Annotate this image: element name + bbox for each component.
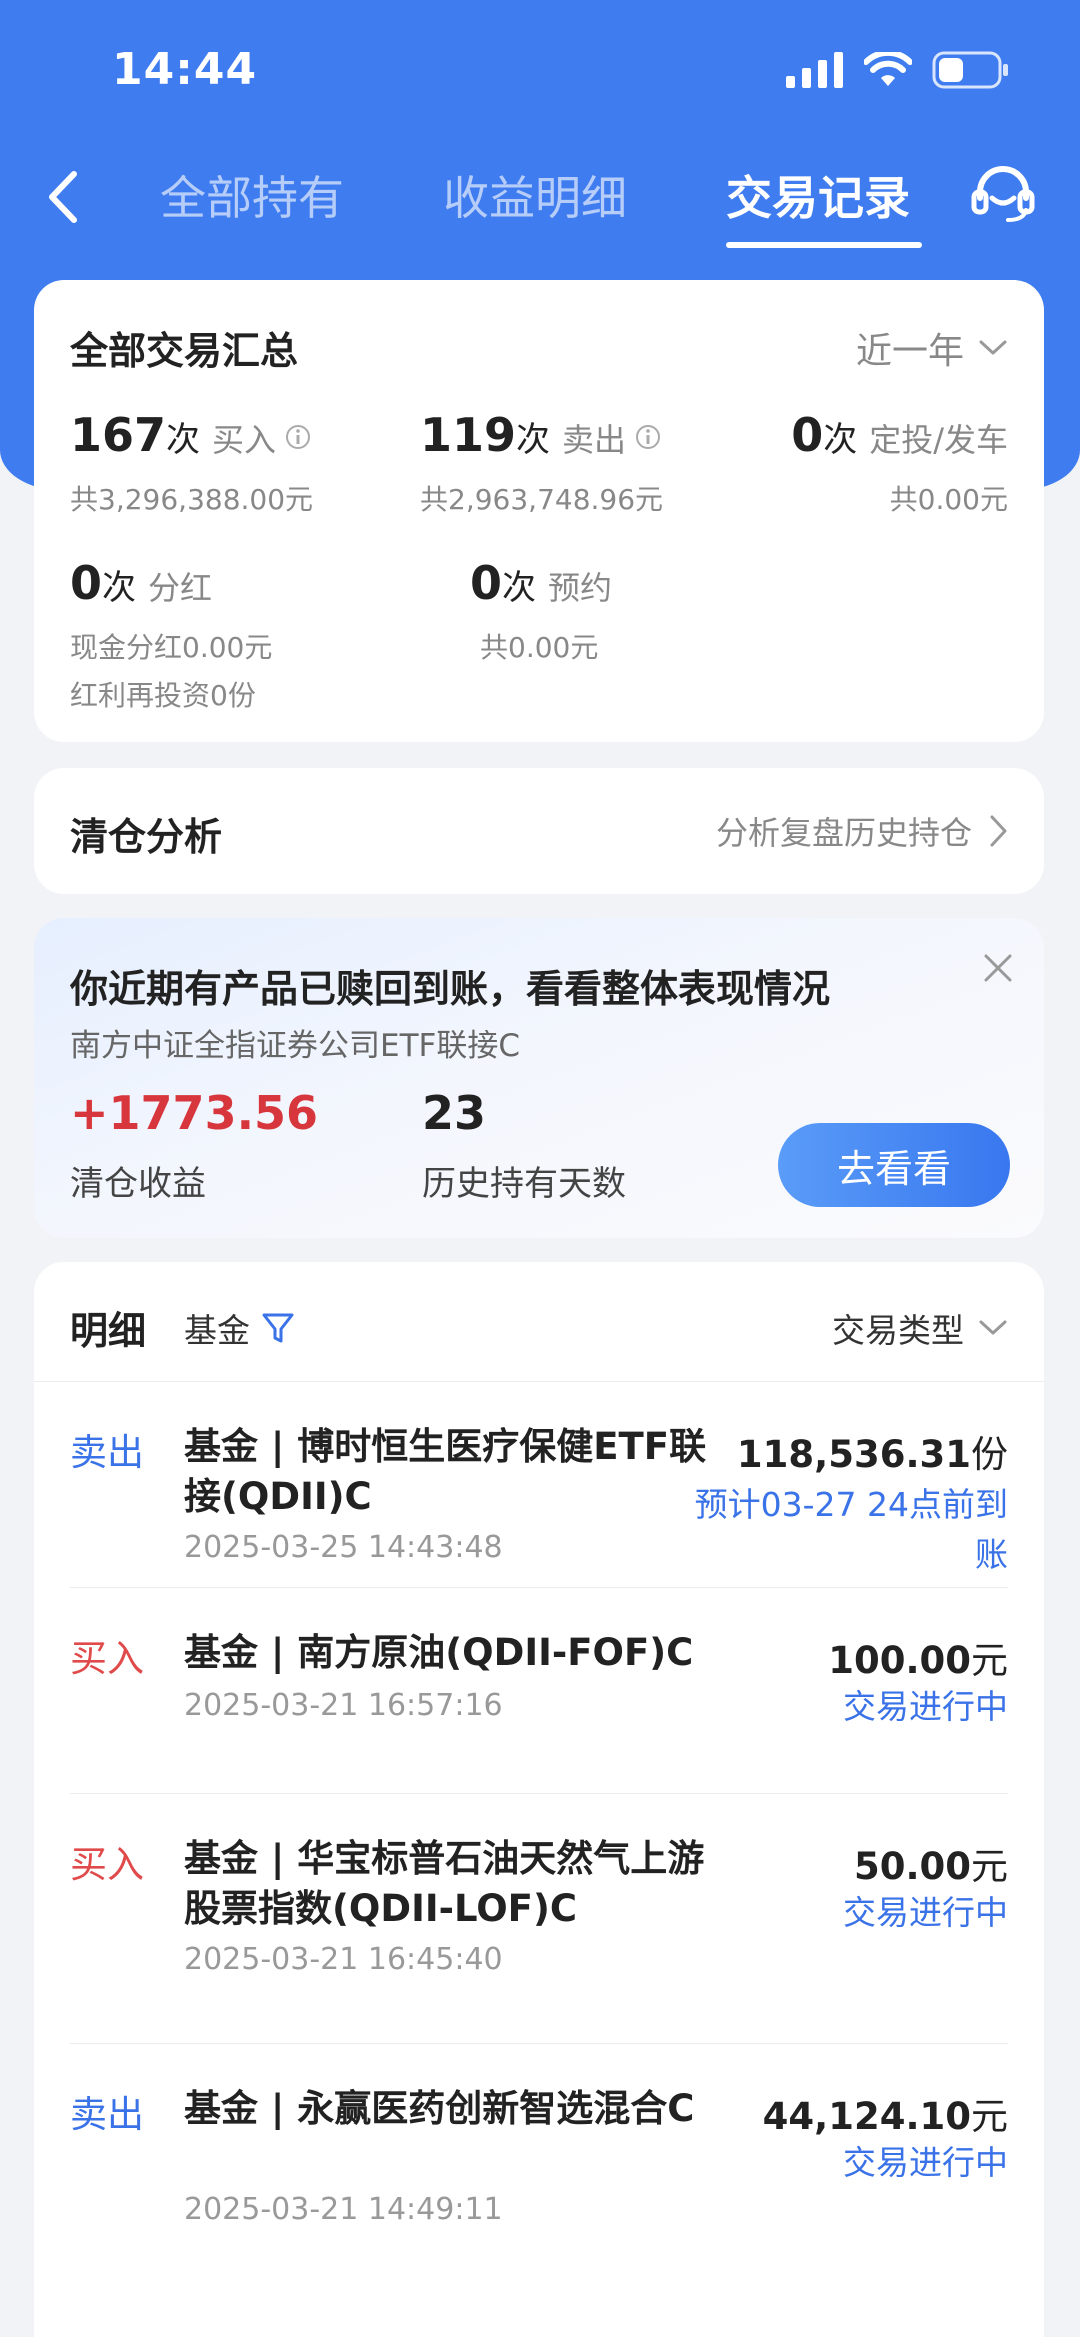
detail-header: 明细 基金 交易类型 (34, 1262, 1044, 1382)
buy-stat[interactable]: 167 次 买入 共3,296,388.00元 (70, 408, 313, 518)
summary-title: 全部交易汇总 (70, 329, 299, 373)
go-view-button[interactable]: 去看看 (778, 1123, 1010, 1207)
status-bar: 14:44 (0, 0, 1080, 140)
transaction-amount: 44,124.10元 (762, 2095, 1008, 2138)
clearance-title: 清仓分析 (70, 815, 223, 859)
fund-name: 基金 | 博时恒生医疗保健ETF联接(QDII)C (184, 1425, 707, 1518)
holding-days-label: 历史持有天数 (422, 1164, 626, 1204)
buy-count-unit: 次 (166, 420, 201, 460)
filter-icon (262, 1313, 294, 1343)
transaction-type: 买入 (70, 1843, 144, 1886)
reserve-total: 共0.00元 (480, 631, 599, 664)
sell-count: 119 (420, 408, 517, 462)
table-row[interactable]: 买入 基金 | 南方原油(QDII-FOF)C 2025-03-21 16:57… (70, 1588, 1008, 1794)
detail-title: 明细 (70, 1309, 147, 1353)
transaction-amount: 100.00元 (828, 1639, 1008, 1682)
table-row[interactable]: 买入 基金 | 华宝标普石油天然气上游股票指数(QDII-LOF)C 2025-… (70, 1794, 1008, 2044)
top-nav: 全部持有 收益明细 交易记录 (0, 150, 1080, 260)
dividend-count: 0 (70, 556, 103, 610)
transaction-date: 2025-03-25 14:43:48 (184, 1530, 503, 1565)
plan-count-unit: 次 (823, 420, 858, 460)
fund-filter[interactable]: 基金 (184, 1304, 296, 1352)
transaction-status: 预计03-27 24点前到账 (694, 1485, 1008, 1574)
clearance-profit-value: +1773.56 (70, 1086, 319, 1140)
transaction-date: 2025-03-21 16:57:16 (184, 1688, 503, 1723)
fund-filter-label: 基金 (184, 1311, 250, 1350)
transaction-type-label: 交易类型 (832, 1311, 964, 1350)
table-row[interactable]: 卖出 基金 | 博时恒生医疗保健ETF联接(QDII)C 2025-03-25 … (70, 1382, 1008, 1588)
fund-name: 基金 | 华宝标普石油天然气上游股票指数(QDII-LOF)C (184, 1837, 705, 1930)
sell-total: 共2,963,748.96元 (420, 483, 664, 516)
wifi-icon (864, 52, 912, 86)
customer-service-icon[interactable] (968, 160, 1038, 230)
close-icon[interactable] (978, 948, 1018, 988)
transaction-type: 卖出 (70, 1431, 144, 1474)
back-icon[interactable] (40, 162, 90, 232)
fund-name: 基金 | 永赢医药创新智选混合C (184, 2087, 695, 2130)
buy-count: 167 (70, 408, 167, 462)
transaction-detail-card: 明细 基金 交易类型 卖出 基金 | 博时恒生医疗保健ETF联接(QDII)C … (34, 1262, 1044, 2337)
transaction-amount: 118,536.31份 (736, 1433, 1008, 1476)
reserve-count-unit: 次 (502, 568, 537, 608)
clearance-profit-label: 清仓收益 (70, 1164, 206, 1204)
battery-icon (932, 51, 1008, 89)
transaction-date: 2025-03-21 16:45:40 (184, 1942, 503, 1977)
plan-count: 0 (791, 408, 824, 462)
sell-stat[interactable]: 119 次 卖出 共2,963,748.96元 (420, 408, 663, 518)
promo-fund-name: 南方中证全指证券公司ETF联接C (70, 1028, 520, 1064)
dividend-stat[interactable]: 0 次 分红 现金分红0.00元 红利再投资0份 (70, 556, 272, 714)
promo-title: 你近期有产品已赎回到账，看看整体表现情况 (70, 967, 831, 1011)
reserve-stat[interactable]: 0 次 预约 共0.00元 (470, 556, 612, 666)
chevron-right-icon (990, 815, 1007, 847)
tab-transaction-records[interactable]: 交易记录 (726, 162, 910, 228)
period-label: 近一年 (855, 331, 964, 372)
transaction-date: 2025-03-21 14:49:11 (184, 2192, 503, 2227)
buy-label: 买入 (212, 421, 277, 459)
transaction-summary-card: 全部交易汇总 近一年 167 次 买入 共3,296,388.00元 119 次… (34, 280, 1044, 742)
sell-label: 卖出 (562, 421, 627, 459)
info-icon[interactable] (284, 423, 312, 451)
dividend-label: 分红 (148, 569, 213, 607)
info-icon[interactable] (634, 423, 662, 451)
transaction-amount: 50.00元 (853, 1845, 1008, 1888)
chevron-down-icon (979, 340, 1007, 355)
table-row[interactable]: 卖出 基金 | 永赢医药创新智选混合C 2025-03-21 14:49:11 … (70, 2044, 1008, 2294)
reserve-label: 预约 (548, 569, 613, 607)
chevron-down-icon (979, 1320, 1007, 1335)
transaction-type: 买入 (70, 1637, 144, 1680)
clearance-analysis-card[interactable]: 清仓分析 分析复盘历史持仓 (34, 768, 1044, 894)
transaction-status: 交易进行中 (843, 1687, 1008, 1726)
sell-count-unit: 次 (516, 420, 551, 460)
signal-icon (786, 52, 843, 88)
cash-dividend: 现金分红0.00元 (70, 631, 273, 664)
active-tab-indicator (726, 242, 922, 248)
transaction-type-select[interactable]: 交易类型 (832, 1304, 1008, 1352)
dividend-reinvest: 红利再投资0份 (70, 679, 256, 712)
holding-days-value: 23 (422, 1086, 487, 1140)
transaction-status: 交易进行中 (843, 1893, 1008, 1932)
plan-label: 定投/发车 (869, 421, 1008, 459)
plan-total: 共0.00元 (889, 483, 1008, 516)
period-selector[interactable]: 近一年 (856, 322, 1008, 374)
redemption-promo-card[interactable]: 你近期有产品已赎回到账，看看整体表现情况 南方中证全指证券公司ETF联接C +1… (34, 918, 1044, 1238)
transaction-type: 卖出 (70, 2093, 144, 2136)
reserve-count: 0 (470, 556, 503, 610)
dividend-count-unit: 次 (102, 568, 137, 608)
tab-all-holdings[interactable]: 全部持有 (160, 162, 344, 228)
tab-profit-detail[interactable]: 收益明细 (443, 162, 627, 228)
buy-total: 共3,296,388.00元 (70, 483, 314, 516)
plan-stat[interactable]: 0 次 定投/发车 共0.00元 (791, 408, 1008, 518)
clearance-link-text: 分析复盘历史持仓 (715, 814, 972, 852)
transaction-status: 交易进行中 (843, 2143, 1008, 2182)
clearance-link[interactable]: 分析复盘历史持仓 (716, 808, 1008, 854)
status-time: 14:44 (112, 44, 258, 95)
fund-name: 基金 | 南方原油(QDII-FOF)C (184, 1631, 694, 1674)
status-icons (786, 50, 1010, 90)
